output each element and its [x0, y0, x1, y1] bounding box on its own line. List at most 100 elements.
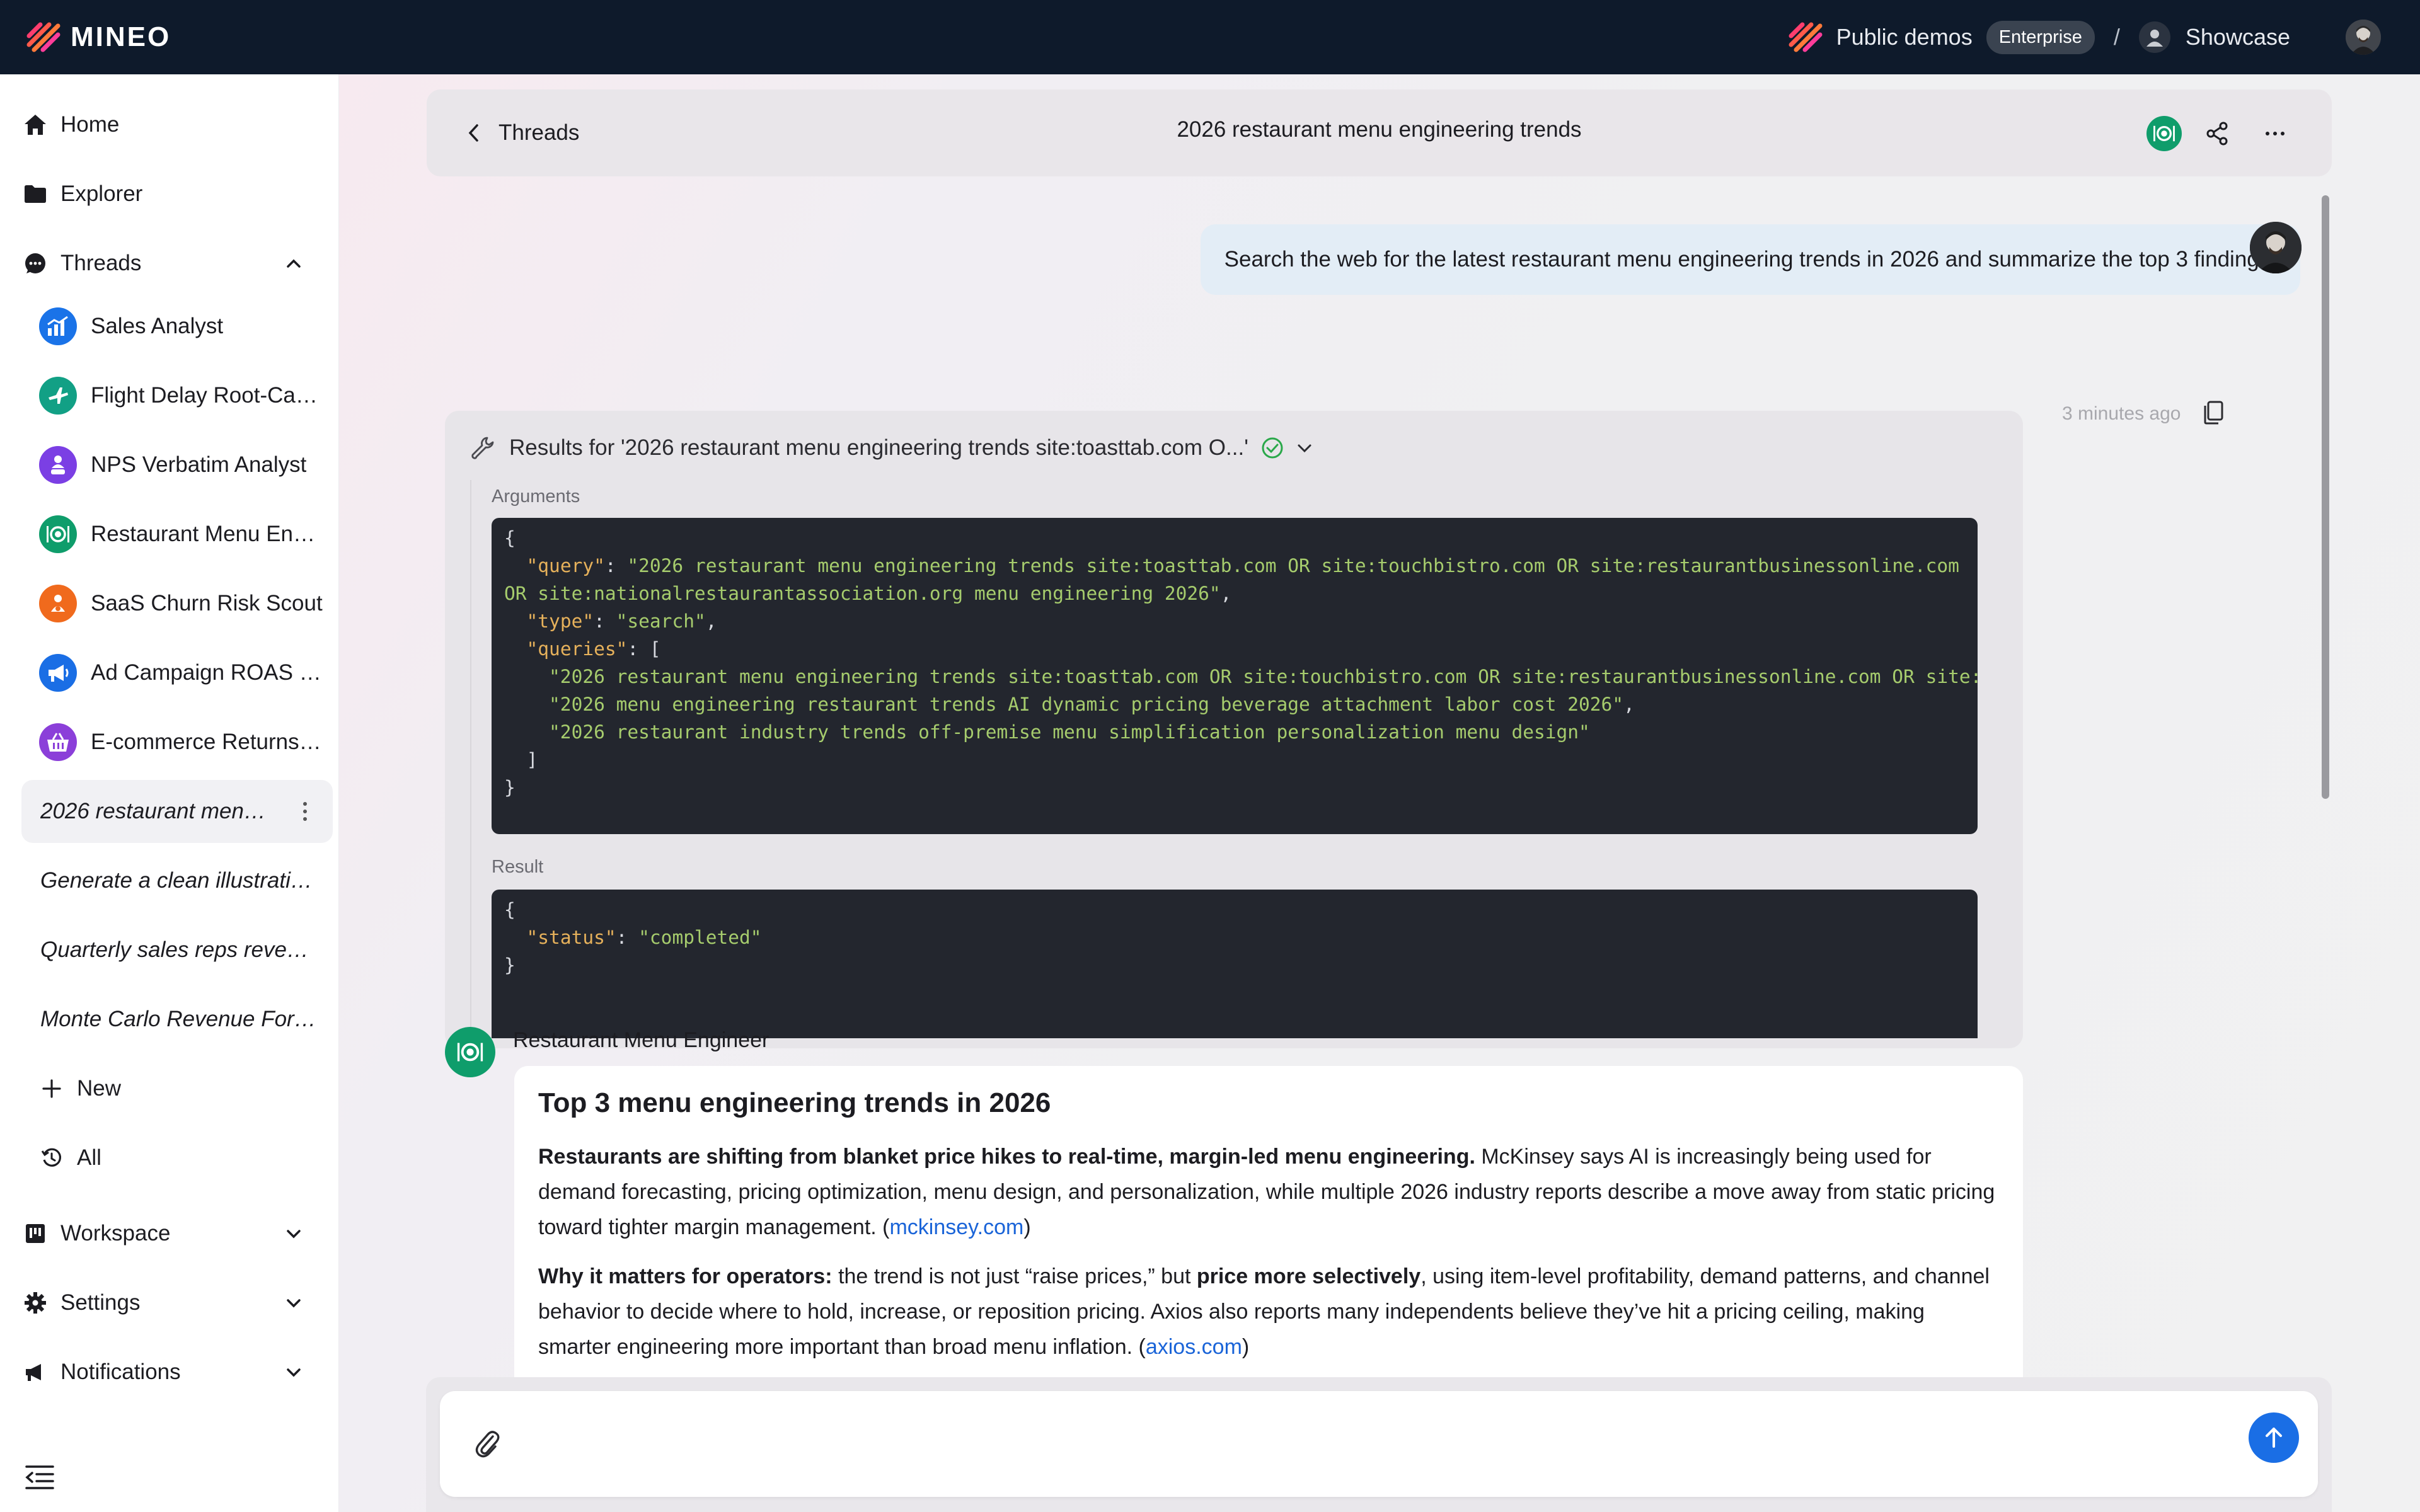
project-avatar-icon[interactable] [2138, 21, 2170, 53]
people-icon [39, 446, 77, 484]
chevron-down-icon[interactable] [282, 1222, 305, 1245]
folder-icon [21, 180, 49, 208]
plate-cutlery-icon [39, 515, 77, 553]
kebab-menu-icon[interactable] [301, 800, 309, 823]
sidebar-agent-label: E-commerce Returns Investigator [91, 730, 325, 754]
sidebar-item-explorer[interactable]: Explorer [21, 169, 333, 219]
share-icon[interactable] [2203, 120, 2231, 147]
message-input[interactable] [522, 1416, 2192, 1472]
sidebar-thread-label: 2026 restaurant menu engineering trends [40, 799, 274, 823]
paperclip-icon[interactable] [471, 1428, 503, 1460]
top-bar: MINEO Public demos Enterprise / Showcase [0, 0, 2420, 74]
sidebar-item-label: Workspace [60, 1221, 171, 1246]
sidebar-agent-saas-churn[interactable]: SaaS Churn Risk Scout [21, 573, 333, 634]
sidebar-item-label: All [77, 1145, 101, 1170]
sidebar-item-label: Notifications [60, 1360, 181, 1384]
user-message-text: Search the web for the latest restaurant… [1224, 247, 2276, 272]
sidebar-item-threads[interactable]: Threads [21, 238, 333, 289]
answer-bold-text: Restaurants are shifting from blanket pr… [538, 1145, 1475, 1169]
sidebar-item-home[interactable]: Home [21, 100, 333, 150]
thread-header: Threads 2026 restaurant menu engineering… [427, 89, 2332, 176]
sidebar-agent-restaurant-menu[interactable]: Restaurant Menu Engineer [21, 504, 333, 564]
sidebar-thread-item[interactable]: Generate a clean illustration of a resta… [21, 849, 333, 912]
airplane-icon [39, 377, 77, 415]
mineo-logo-icon [26, 22, 60, 52]
sidebar-item-label: Explorer [60, 181, 143, 206]
chat-scrollbar-thumb[interactable] [2322, 195, 2329, 799]
kanban-icon [21, 1220, 49, 1247]
chevron-down-icon[interactable] [1294, 437, 1315, 459]
org-name[interactable]: Public demos [1836, 24, 1973, 50]
chevron-down-icon[interactable] [282, 1361, 305, 1383]
sidebar-thread-item[interactable]: Monte Carlo Revenue Forecast [21, 988, 333, 1051]
assistant-name: Restaurant Menu Engineer [513, 1028, 769, 1052]
sidebar-thread-item[interactable]: 2026 restaurant menu engineering trends [21, 780, 333, 843]
answer-heading: Top 3 menu engineering trends in 2026 [538, 1087, 1051, 1118]
tool-call-card: Results for '2026 restaurant menu engine… [445, 411, 2023, 1048]
sidebar-agent-label: Ad Campaign ROAS Optimizer [91, 660, 325, 685]
sidebar-thread-label: Generate a clean illustration of a resta… [40, 868, 318, 893]
sidebar-agent-label: Restaurant Menu Engineer [91, 522, 325, 546]
tool-call-details[interactable]: Arguments { "query": "2026 restaurant me… [470, 480, 2002, 1038]
sidebar-agent-flight-delay[interactable]: Flight Delay Root-Cause Analyst [21, 365, 333, 426]
more-options-icon[interactable] [2261, 120, 2289, 147]
megaphone-icon [21, 1358, 49, 1386]
sidebar-agent-ad-campaign[interactable]: Ad Campaign ROAS Optimizer [21, 643, 333, 703]
argument-query-item: "2026 restaurant menu engineering trends… [549, 666, 1978, 687]
answer-bold-text: Why it matters for operators: [538, 1264, 833, 1288]
user-message-bubble: Search the web for the latest restaurant… [1200, 224, 2300, 295]
plate-cutlery-icon[interactable] [2146, 116, 2182, 151]
source-link[interactable]: axios.com [1146, 1335, 1242, 1359]
sidebar-agent-label: NPS Verbatim Analyst [91, 452, 307, 477]
send-button[interactable] [2249, 1412, 2299, 1463]
sidebar-item-settings[interactable]: Settings [21, 1278, 333, 1328]
check-circle-icon [1262, 437, 1283, 459]
result-label: Result [492, 857, 544, 877]
assistant-message-card: Top 3 menu engineering trends in 2026 Re… [514, 1066, 2023, 1394]
argument-type: "search" [616, 610, 706, 632]
gear-icon [21, 1289, 49, 1317]
collapse-sidebar-icon[interactable] [24, 1463, 55, 1492]
argument-query-item: "2026 restaurant industry trends off-pre… [549, 721, 1590, 743]
tool-call-title: Results for '2026 restaurant menu engine… [509, 435, 1248, 460]
answer-text: the trend is not just “raise prices,” bu… [832, 1264, 1197, 1288]
user-avatar[interactable] [2346, 20, 2381, 55]
source-link[interactable]: mckinsey.com [889, 1215, 1023, 1239]
basket-icon [39, 723, 77, 761]
project-name[interactable]: Showcase [2186, 24, 2290, 50]
chevron-down-icon[interactable] [282, 1292, 305, 1314]
answer-text: ) [1242, 1335, 1250, 1359]
bar-chart-icon [39, 307, 77, 345]
sidebar-thread-item[interactable]: Quarterly sales reps revenue analysis [21, 919, 333, 982]
org-logo-icon[interactable] [1787, 21, 1824, 54]
sidebar-item-label: Threads [60, 251, 142, 275]
chat-bubble-icon [21, 249, 49, 277]
workspace-switcher: Public demos Enterprise / Showcase [1787, 0, 2420, 74]
sidebar-agent-nps-verbatim[interactable]: NPS Verbatim Analyst [21, 435, 333, 495]
message-composer[interactable] [440, 1391, 2318, 1497]
answer-text: ) [1023, 1215, 1031, 1239]
plate-cutlery-icon [457, 1043, 483, 1062]
sidebar-item-label: New [77, 1076, 122, 1101]
main-panel: Threads 2026 restaurant menu engineering… [339, 74, 2420, 1512]
argument-query: "2026 restaurant menu engineering trends… [504, 555, 1959, 604]
history-icon [38, 1144, 66, 1172]
assistant-avatar [445, 1027, 495, 1077]
brand[interactable]: MINEO [25, 21, 171, 54]
sidebar-agent-sales-analyst[interactable]: Sales Analyst [21, 296, 333, 357]
tool-call-header[interactable]: Results for '2026 restaurant menu engine… [470, 432, 1315, 464]
thread-title: 2026 restaurant menu engineering trends [1177, 117, 1582, 142]
copy-icon[interactable] [2201, 399, 2226, 426]
sidebar-all-threads[interactable]: All [38, 1133, 333, 1183]
chevron-up-icon[interactable] [282, 252, 305, 275]
sidebar-thread-label: Monte Carlo Revenue Forecast [40, 1007, 318, 1031]
sidebar-item-workspace[interactable]: Workspace [21, 1208, 333, 1259]
argument-query-item: "2026 menu engineering restaurant trends… [549, 694, 1624, 715]
sidebar-agent-label: SaaS Churn Risk Scout [91, 591, 323, 616]
arrow-up-icon [2266, 1428, 2282, 1448]
user-avatar [2250, 222, 2302, 273]
sidebar-new-thread[interactable]: New [38, 1063, 333, 1114]
sidebar-item-notifications[interactable]: Notifications [21, 1347, 333, 1397]
sidebar-agent-ecommerce-returns[interactable]: E-commerce Returns Investigator [21, 712, 333, 772]
plan-badge: Enterprise [1986, 20, 2095, 54]
